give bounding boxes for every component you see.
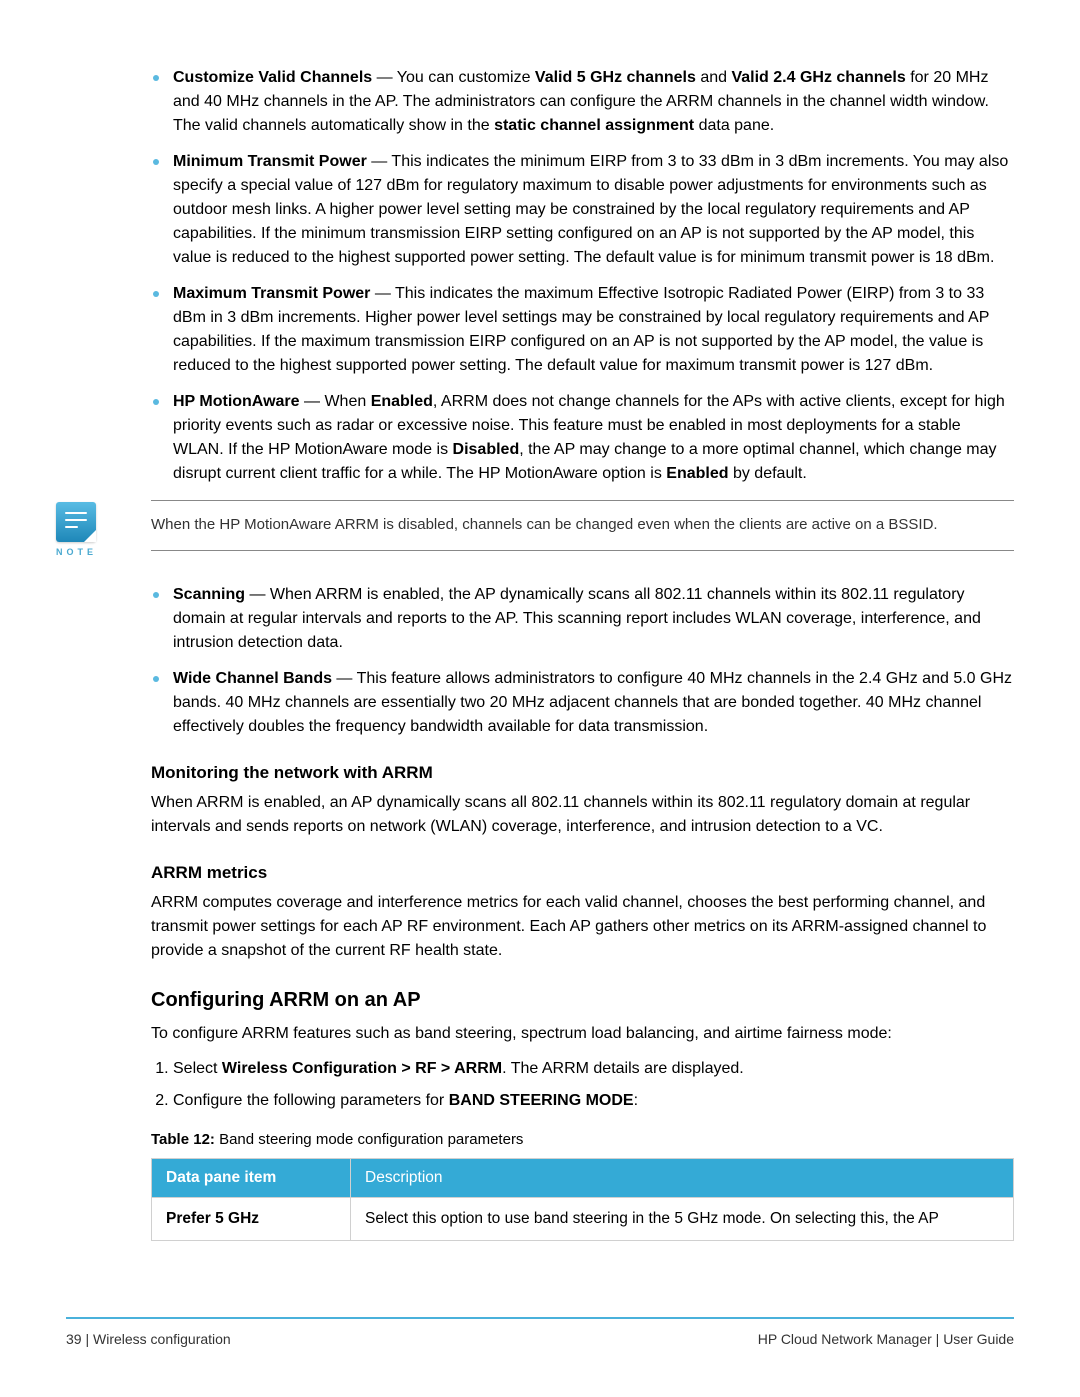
step-item: Configure the following parameters for B… — [173, 1088, 1014, 1114]
table-header-item: Data pane item — [152, 1159, 351, 1198]
metrics-text: ARRM computes coverage and interference … — [151, 891, 1014, 963]
list-item: Scanning — When ARRM is enabled, the AP … — [151, 583, 1014, 655]
table-caption-label: Table 12: — [151, 1131, 215, 1148]
bullet-list-top: Customize Valid Channels — You can custo… — [151, 66, 1014, 486]
list-item: Maximum Transmit Power — This indicates … — [151, 282, 1014, 378]
list-item: Customize Valid Channels — You can custo… — [151, 66, 1014, 138]
note-icon-column: NOTE — [56, 500, 151, 557]
configuring-intro: To configure ARRM features such as band … — [151, 1022, 1014, 1046]
table-cell-item: Prefer 5 GHz — [152, 1198, 351, 1241]
main-content: Customize Valid Channels — You can custo… — [151, 66, 1014, 1241]
page-footer: 39 | Wireless configuration HP Cloud Net… — [66, 1317, 1014, 1347]
footer-left: 39 | Wireless configuration — [66, 1331, 231, 1347]
metrics-heading: ARRM metrics — [151, 863, 1014, 883]
table-cell-desc: Select this option to use band steering … — [351, 1198, 1014, 1241]
list-item: HP MotionAware — When Enabled, ARRM does… — [151, 390, 1014, 486]
configuring-steps: Select Wireless Configuration > RF > ARR… — [151, 1056, 1014, 1113]
monitoring-heading: Monitoring the network with ARRM — [151, 763, 1014, 783]
list-item: Minimum Transmit Power — This indicates … — [151, 150, 1014, 270]
band-steering-table: Data pane item Description Prefer 5 GHzS… — [151, 1158, 1014, 1241]
note-body: When the HP MotionAware ARRM is disabled… — [151, 500, 1014, 551]
bullet-list-after-note: Scanning — When ARRM is enabled, the AP … — [151, 583, 1014, 739]
note-block: NOTE When the HP MotionAware ARRM is dis… — [56, 500, 1014, 557]
note-icon — [56, 502, 96, 542]
table-caption-text: Band steering mode configuration paramet… — [215, 1131, 524, 1148]
step-item: Select Wireless Configuration > RF > ARR… — [173, 1056, 1014, 1082]
note-label: NOTE — [56, 547, 97, 557]
monitoring-text: When ARRM is enabled, an AP dynamically … — [151, 791, 1014, 839]
table-row: Prefer 5 GHzSelect this option to use ba… — [152, 1198, 1014, 1241]
footer-divider — [66, 1317, 1014, 1319]
table-header-desc: Description — [351, 1159, 1014, 1198]
table-caption: Table 12: Band steering mode configurati… — [151, 1131, 1014, 1148]
list-item: Wide Channel Bands — This feature allows… — [151, 667, 1014, 739]
page: Customize Valid Channels — You can custo… — [0, 0, 1080, 1397]
configuring-heading: Configuring ARRM on an AP — [151, 989, 1014, 1012]
footer-right: HP Cloud Network Manager | User Guide — [758, 1331, 1014, 1347]
